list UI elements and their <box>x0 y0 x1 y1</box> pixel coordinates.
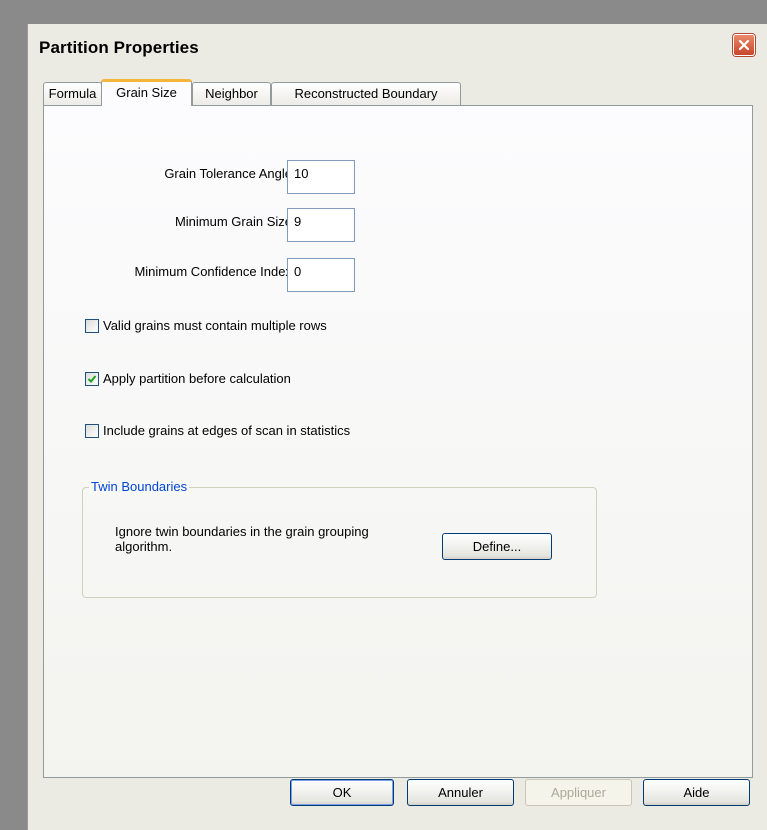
cancel-button[interactable]: Annuler <box>407 779 514 806</box>
grain-size-panel: Grain Tolerance Angle Minimum Grain Size… <box>43 105 753 778</box>
grain-tolerance-angle-label: Grain Tolerance Angle <box>164 166 292 181</box>
apply-partition-label: Apply partition before calculation <box>103 371 291 386</box>
checkmark-icon <box>87 374 97 383</box>
partition-properties-dialog: Partition Properties Formula Grain Size … <box>27 24 767 830</box>
include-edge-grains-label: Include grains at edges of scan in stati… <box>103 423 351 438</box>
include-edge-grains-option[interactable]: Include grains at edges of scan in stati… <box>85 423 350 438</box>
minimum-grain-size-label: Minimum Grain Size <box>174 214 292 229</box>
twin-boundaries-group: Twin Boundaries Ignore twin boundaries i… <box>82 479 597 598</box>
apply-partition-checkbox[interactable] <box>85 371 99 386</box>
grain-tolerance-angle-field[interactable] <box>287 160 355 194</box>
apply-partition-option[interactable]: Apply partition before calculation <box>85 371 291 386</box>
twin-boundaries-description: Ignore twin boundaries in the grain grou… <box>115 524 369 554</box>
close-button[interactable] <box>733 34 755 56</box>
multiple-rows-checkbox[interactable] <box>85 318 99 333</box>
help-button[interactable]: Aide <box>643 779 750 806</box>
include-edge-grains-checkbox[interactable] <box>85 423 99 438</box>
multiple-rows-option[interactable]: Valid grains must contain multiple rows <box>85 318 327 333</box>
define-button[interactable]: Define... <box>442 533 552 560</box>
minimum-confidence-index-label: Minimum Confidence Index <box>134 264 292 279</box>
close-icon <box>738 39 750 51</box>
minimum-grain-size-field[interactable] <box>287 208 355 242</box>
twin-boundaries-legend: Twin Boundaries <box>89 479 190 494</box>
window-title: Partition Properties <box>39 38 199 57</box>
tab-reconstructed-boundary[interactable]: Reconstructed Boundary <box>271 82 461 105</box>
multiple-rows-label: Valid grains must contain multiple rows <box>103 318 327 333</box>
tab-grain-size[interactable]: Grain Size <box>101 79 192 106</box>
tab-formula[interactable]: Formula <box>43 82 102 105</box>
tab-neighbor[interactable]: Neighbor <box>192 82 271 105</box>
ok-button[interactable]: OK <box>290 779 394 806</box>
title-bar[interactable]: Partition Properties <box>28 24 767 68</box>
minimum-confidence-index-field[interactable] <box>287 258 355 292</box>
apply-button[interactable]: Appliquer <box>525 779 632 806</box>
